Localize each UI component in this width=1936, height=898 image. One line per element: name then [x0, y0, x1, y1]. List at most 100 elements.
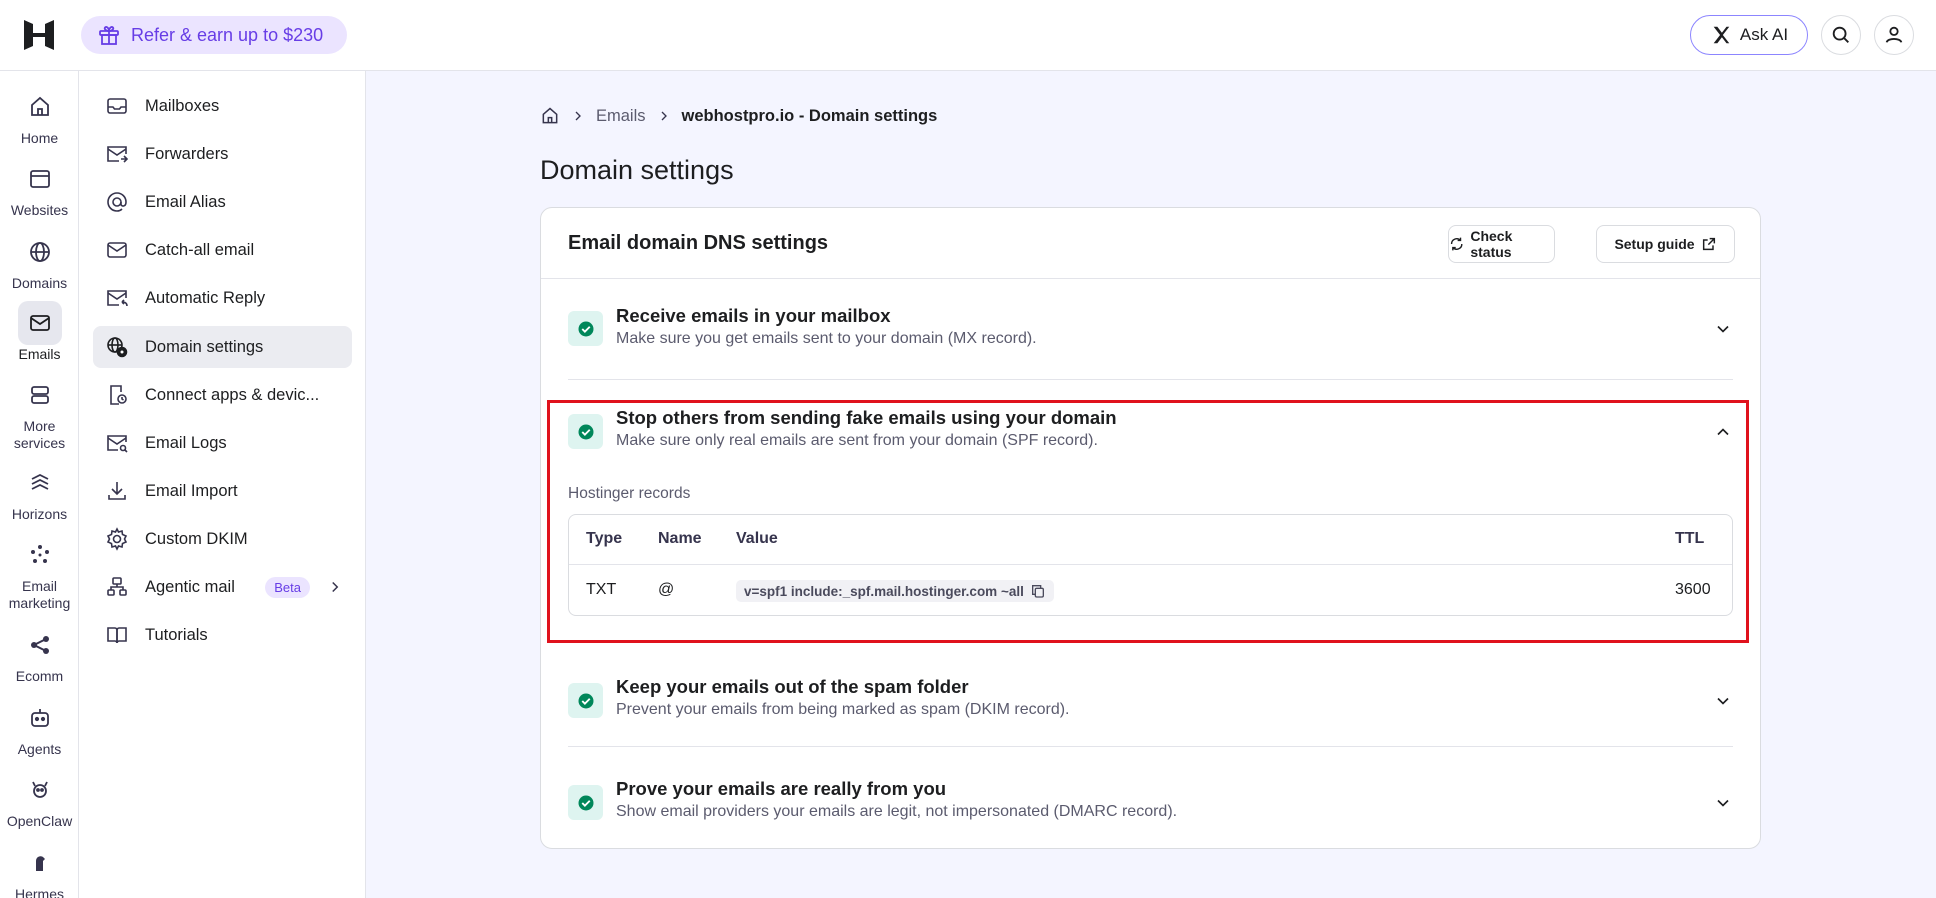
rail-label-websites: Websites — [10, 202, 69, 218]
share-icon — [30, 636, 49, 654]
section-dmarc[interactable]: Prove your emails are really from you Sh… — [568, 778, 1733, 828]
status-check — [568, 785, 603, 820]
rail-item-home[interactable]: Home — [0, 85, 79, 147]
rail-label-openclaw: OpenClaw — [6, 813, 73, 829]
check-circle-icon — [578, 795, 593, 810]
rail-label-email-marketing: Email marketing — [8, 578, 71, 611]
refresh-icon — [1450, 237, 1463, 251]
rail-item-domains[interactable]: Domains — [0, 230, 79, 292]
rail-item-more-services[interactable]: More services — [0, 373, 79, 452]
search-button[interactable] — [1821, 15, 1861, 55]
device-icon — [110, 385, 127, 405]
claw-icon — [31, 781, 48, 798]
user-icon — [1885, 26, 1903, 43]
submenu-item-connect-apps[interactable]: Connect apps & devic... — [93, 374, 352, 416]
rail-label-domains: Domains — [11, 275, 68, 291]
hermes-icon — [35, 856, 45, 871]
ai-sparkle-icon — [1713, 26, 1730, 44]
mail-forward-icon — [107, 146, 129, 163]
home-icon — [30, 96, 49, 116]
status-check — [568, 311, 603, 346]
refer-label: Refer & earn up to $230 — [131, 24, 324, 45]
card-title: Email domain DNS settings — [568, 232, 829, 254]
rail-label-emails: Emails — [18, 346, 61, 362]
submenu-item-agentic-mail[interactable]: Agentic mail Beta — [93, 566, 352, 608]
emails-submenu: Mailboxes Forwarders Email Alias Catch-a… — [79, 71, 366, 898]
check-circle-icon — [578, 321, 593, 336]
rail-item-email-marketing[interactable]: Email marketing — [0, 533, 79, 612]
server-icon — [30, 386, 49, 404]
section-dkim[interactable]: Keep your emails out of the spam folder … — [568, 676, 1733, 726]
sparkle-icon — [30, 545, 49, 563]
breadcrumb-current: webhostpro.io - Domain settings — [681, 106, 938, 125]
chevron-down-icon[interactable] — [1713, 319, 1733, 339]
submenu-item-automatic-reply[interactable]: Automatic Reply — [93, 277, 352, 319]
gear-icon — [106, 527, 128, 551]
setup-guide-button[interactable]: Setup guide — [1596, 225, 1735, 263]
chevron-down-icon[interactable] — [1713, 691, 1733, 711]
submenu-item-forwarders[interactable]: Forwarders — [93, 133, 352, 175]
rail-item-horizons[interactable]: Horizons — [0, 461, 79, 523]
home-icon[interactable] — [540, 106, 560, 126]
at-sign-icon — [107, 192, 127, 212]
browser-icon — [29, 170, 50, 188]
rail-item-websites[interactable]: Websites — [0, 157, 79, 219]
top-bar: Refer & earn up to $230 Ask AI — [0, 0, 1936, 71]
rail-label-horizons: Horizons — [11, 506, 68, 522]
ask-ai-button[interactable]: Ask AI — [1690, 15, 1808, 55]
rail-label-ecomm: Ecomm — [15, 668, 64, 684]
divider — [568, 379, 1733, 380]
chevron-down-icon[interactable] — [1713, 793, 1733, 813]
download-icon — [108, 482, 126, 500]
main-nav-rail: Home Websites Domains Emails More servic… — [0, 71, 79, 898]
check-circle-icon — [578, 693, 593, 708]
breadcrumb-emails-link[interactable]: Emails — [596, 107, 646, 126]
chevron-right-icon — [661, 111, 667, 121]
section-title: Prove your emails are really from you — [616, 778, 947, 799]
globe-icon — [29, 242, 50, 262]
inbox-icon — [107, 98, 127, 114]
section-desc: Make sure you get emails sent to your do… — [616, 330, 1037, 347]
card-header: Email domain DNS settings Check status S… — [541, 208, 1760, 279]
section-desc: Show email providers your emails are leg… — [616, 803, 1178, 820]
submenu-item-tutorials[interactable]: Tutorials — [93, 614, 352, 656]
submenu-item-email-import[interactable]: Email Import — [93, 470, 352, 512]
beta-badge: Beta — [265, 576, 310, 598]
gift-icon — [99, 26, 119, 45]
chevron-right-icon — [575, 111, 581, 121]
section-title: Keep your emails out of the spam folder — [616, 676, 969, 697]
submenu-label: Tutorials — [145, 625, 208, 644]
check-status-button[interactable]: Check status — [1448, 225, 1555, 263]
submenu-label: Forwarders — [145, 144, 229, 163]
highlight-box — [547, 400, 1749, 643]
submenu-label: Domain settings — [145, 337, 264, 356]
rail-item-hermes[interactable]: Hermes — [0, 841, 79, 898]
account-button[interactable] — [1874, 15, 1914, 55]
submenu-item-catch-all[interactable]: Catch-all email — [93, 229, 352, 271]
submenu-label: Automatic Reply — [145, 288, 266, 307]
section-desc: Prevent your emails from being marked as… — [616, 701, 1070, 718]
section-mx[interactable]: Receive emails in your mailbox Make sure… — [568, 304, 1733, 354]
submenu-item-domain-settings[interactable]: Domain settings — [93, 326, 352, 368]
rail-item-ecomm[interactable]: Ecomm — [0, 623, 79, 685]
submenu-label: Email Alias — [145, 192, 226, 211]
submenu-item-email-logs[interactable]: Email Logs — [93, 422, 352, 464]
submenu-item-custom-dkim[interactable]: Custom DKIM — [93, 518, 352, 560]
page-title: Domain settings — [540, 155, 734, 185]
submenu-item-email-alias[interactable]: Email Alias — [93, 181, 352, 223]
rail-label-hermes: Hermes — [14, 886, 64, 898]
rail-item-emails[interactable]: Emails — [0, 301, 79, 363]
hostinger-logo[interactable] — [22, 18, 56, 52]
mail-icon — [107, 242, 127, 258]
submenu-label: Catch-all email — [145, 240, 255, 259]
submenu-label: Mailboxes — [145, 96, 220, 115]
rail-item-openclaw[interactable]: OpenClaw — [0, 768, 79, 830]
section-title: Receive emails in your mailbox — [616, 305, 891, 326]
submenu-item-mailboxes[interactable]: Mailboxes — [93, 85, 352, 127]
submenu-label: Email Import — [145, 481, 238, 500]
rail-item-agents[interactable]: Agents — [0, 696, 79, 758]
refer-earn-button[interactable]: Refer & earn up to $230 — [81, 16, 347, 54]
submenu-label: Email Logs — [145, 433, 227, 452]
globe-settings-icon — [107, 337, 128, 358]
divider — [568, 746, 1733, 747]
